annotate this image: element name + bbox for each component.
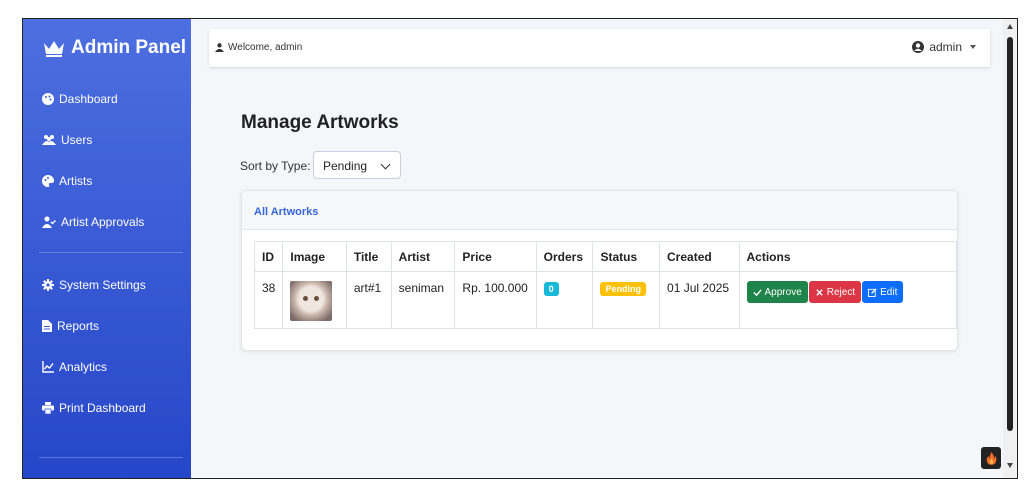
edit-icon <box>868 287 877 297</box>
artwork-id: 38 <box>253 271 284 329</box>
thumbnail-detail <box>303 296 309 301</box>
artwork-thumbnail[interactable] <box>290 281 333 321</box>
sidebar-item-system-settings[interactable]: System Settings <box>42 278 146 292</box>
brand[interactable]: Admin Panel <box>43 37 186 59</box>
column-header: Price <box>454 241 537 272</box>
artworks-card: All Artworks ID Image Title Artist Price… <box>241 190 958 351</box>
gear-icon <box>42 279 54 291</box>
artwork-title: art#1 <box>345 271 392 329</box>
sort-selected-value: Pending <box>323 159 368 173</box>
artwork-status-cell: Pending <box>592 271 661 329</box>
scroll-up-icon[interactable] <box>1007 24 1013 29</box>
sidebar-item-label: Artists <box>59 174 93 188</box>
sort-label: Sort by Type: <box>240 159 311 173</box>
sidebar-divider <box>39 252 183 253</box>
user-circle-icon <box>912 41 925 53</box>
artworks-table: ID Image Title Artist Price Orders Statu… <box>253 241 957 329</box>
card-title: All Artworks <box>242 191 957 230</box>
artwork-actions-cell: Approve Reject Edit <box>738 271 957 329</box>
approve-label: Approve <box>764 286 802 298</box>
welcome-message: Welcome, admin <box>215 42 302 53</box>
sidebar-item-users[interactable]: Users <box>42 133 92 147</box>
artwork-image-cell <box>282 271 347 329</box>
sidebar-item-dashboard[interactable]: Dashboard <box>42 92 118 106</box>
close-icon <box>816 288 823 296</box>
welcome-text: Welcome, admin <box>228 42 303 53</box>
brand-title: Admin Panel <box>71 37 187 58</box>
column-header: Title <box>345 241 392 272</box>
column-header: Artist <box>390 241 456 272</box>
edit-label: Edit <box>880 286 898 298</box>
artwork-price: Rp. 100.000 <box>454 271 537 329</box>
approve-button[interactable]: Approve <box>746 281 808 303</box>
edit-button[interactable]: Edit <box>862 281 904 303</box>
orders-badge: 0 <box>543 282 559 296</box>
palette-icon <box>42 175 54 187</box>
sidebar-item-label: Artist Approvals <box>61 215 145 229</box>
column-header: Created <box>659 241 740 272</box>
sidebar-item-reports[interactable]: Reports <box>42 319 99 333</box>
caret-down-icon <box>970 45 976 49</box>
sidebar-item-label: System Settings <box>59 278 146 292</box>
column-header: Status <box>592 241 661 272</box>
page-scrollbar[interactable] <box>1003 19 1017 478</box>
reject-label: Reject <box>826 286 856 298</box>
sidebar-divider <box>39 457 183 458</box>
sort-type-select[interactable]: Pending <box>313 151 401 179</box>
sidebar-item-label: Dashboard <box>59 92 118 106</box>
sidebar-item-label: Users <box>61 133 93 147</box>
chevron-down-icon <box>380 159 391 170</box>
crown-icon <box>44 41 64 57</box>
artwork-created: 01 Jul 2025 <box>659 271 740 329</box>
user-dropdown[interactable]: admin <box>912 40 976 54</box>
reject-button[interactable]: Reject <box>808 281 862 303</box>
sidebar-item-print-dashboard[interactable]: Print Dashboard <box>42 401 146 415</box>
user-check-icon <box>42 216 56 228</box>
table-header-row: ID Image Title Artist Price Orders Statu… <box>253 241 957 272</box>
table-row: 38 art#1 seniman Rp. 100.000 0 Pending 0… <box>253 271 957 329</box>
column-header: Orders <box>535 241 594 272</box>
sidebar-item-artist-approvals[interactable]: Artist Approvals <box>42 215 144 229</box>
column-header: ID <box>253 241 284 272</box>
user-name: admin <box>929 40 962 54</box>
sidebar-item-label: Reports <box>57 319 100 333</box>
users-icon <box>42 135 56 145</box>
topbar: Welcome, admin admin <box>209 29 990 67</box>
check-icon <box>752 288 762 296</box>
thumbnail-detail <box>314 296 320 301</box>
debug-toolbar-button[interactable] <box>981 447 1001 469</box>
scrollbar-thumb[interactable] <box>1007 37 1013 431</box>
printer-icon <box>42 402 54 414</box>
user-icon <box>215 43 224 52</box>
sidebar-item-analytics[interactable]: Analytics <box>42 360 107 374</box>
browser-viewport: Admin Panel Dashboard Users Artists Arti… <box>22 18 1018 479</box>
sidebar-item-label: Print Dashboard <box>59 401 146 415</box>
document-icon <box>42 320 52 332</box>
column-header: Actions <box>738 241 957 272</box>
scroll-down-icon[interactable] <box>1007 463 1013 468</box>
artwork-artist: seniman <box>390 271 456 329</box>
column-header: Image <box>282 241 347 272</box>
chart-line-icon <box>42 361 54 373</box>
sidebar-item-artists[interactable]: Artists <box>42 174 92 188</box>
status-badge: Pending <box>600 282 646 296</box>
page-title: Manage Artworks <box>241 112 399 133</box>
sidebar: Admin Panel Dashboard Users Artists Arti… <box>23 19 191 478</box>
artwork-orders-cell: 0 <box>535 271 594 329</box>
sidebar-item-label: Analytics <box>59 360 108 374</box>
fire-icon <box>986 451 996 465</box>
palette-icon <box>42 93 54 105</box>
